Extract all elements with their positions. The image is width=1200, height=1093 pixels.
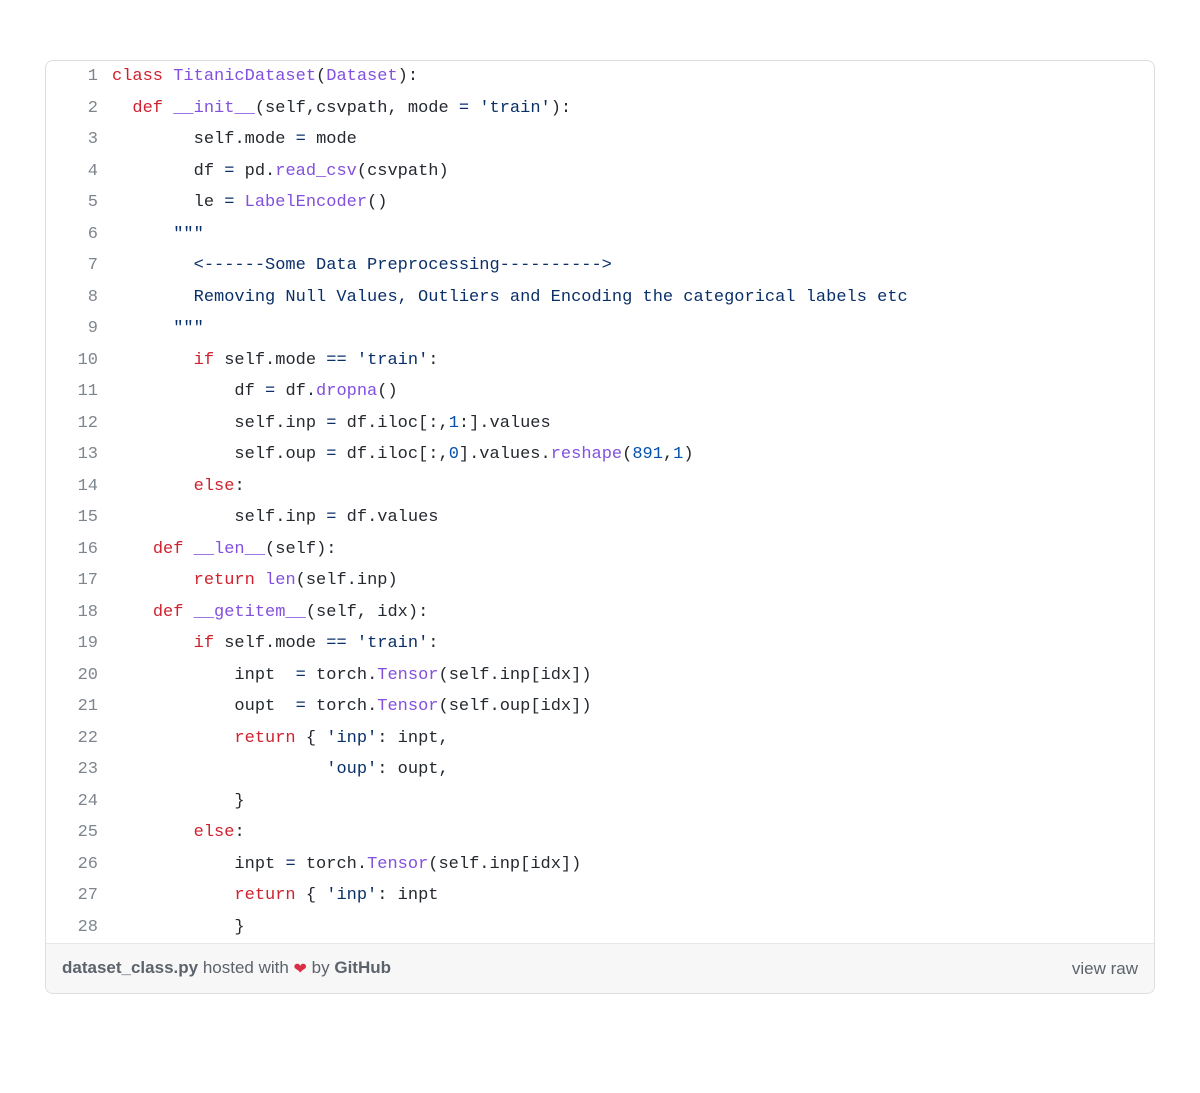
line-number[interactable]: 12 <box>46 408 112 440</box>
code-line: 16 def __len__(self): <box>46 534 1154 566</box>
code-cell: <------Some Data Preprocessing----------… <box>112 250 1154 282</box>
line-number[interactable]: 3 <box>46 124 112 156</box>
line-number[interactable]: 20 <box>46 660 112 692</box>
code-line: 23 'oup': oupt, <box>46 754 1154 786</box>
code-line: 26 inpt = torch.Tensor(self.inp[idx]) <box>46 849 1154 881</box>
line-number[interactable]: 19 <box>46 628 112 660</box>
code-cell: 'oup': oupt, <box>112 754 1154 786</box>
code-line: 17 return len(self.inp) <box>46 565 1154 597</box>
code-cell: def __len__(self): <box>112 534 1154 566</box>
code-line: 24 } <box>46 786 1154 818</box>
code-line: 20 inpt = torch.Tensor(self.inp[idx]) <box>46 660 1154 692</box>
code-table: 1class TitanicDataset(Dataset):2 def __i… <box>46 61 1154 943</box>
line-number[interactable]: 24 <box>46 786 112 818</box>
code-line: 1class TitanicDataset(Dataset): <box>46 61 1154 93</box>
filename-link[interactable]: dataset_class.py <box>62 958 198 977</box>
code-cell: def __init__(self,csvpath, mode = 'train… <box>112 93 1154 125</box>
code-line: 11 df = df.dropna() <box>46 376 1154 408</box>
code-cell: Removing Null Values, Outliers and Encod… <box>112 282 1154 314</box>
line-number[interactable]: 26 <box>46 849 112 881</box>
heart-icon: ❤ <box>294 961 307 978</box>
gist-container: 1class TitanicDataset(Dataset):2 def __i… <box>45 60 1155 994</box>
code-cell: self.oup = df.iloc[:,0].values.reshape(8… <box>112 439 1154 471</box>
line-number[interactable]: 21 <box>46 691 112 723</box>
line-number[interactable]: 25 <box>46 817 112 849</box>
code-cell: inpt = torch.Tensor(self.inp[idx]) <box>112 660 1154 692</box>
code-line: 19 if self.mode == 'train': <box>46 628 1154 660</box>
code-cell: } <box>112 912 1154 944</box>
line-number[interactable]: 1 <box>46 61 112 93</box>
code-cell: oupt = torch.Tensor(self.oup[idx]) <box>112 691 1154 723</box>
code-line: 10 if self.mode == 'train': <box>46 345 1154 377</box>
line-number[interactable]: 8 <box>46 282 112 314</box>
code-line: 4 df = pd.read_csv(csvpath) <box>46 156 1154 188</box>
line-number[interactable]: 17 <box>46 565 112 597</box>
code-cell: class TitanicDataset(Dataset): <box>112 61 1154 93</box>
line-number[interactable]: 27 <box>46 880 112 912</box>
line-number[interactable]: 6 <box>46 219 112 251</box>
code-cell: self.mode = mode <box>112 124 1154 156</box>
code-line: 7 <------Some Data Preprocessing--------… <box>46 250 1154 282</box>
code-cell: df = df.dropna() <box>112 376 1154 408</box>
code-cell: return { 'inp': inpt, <box>112 723 1154 755</box>
line-number[interactable]: 10 <box>46 345 112 377</box>
code-cell: else: <box>112 817 1154 849</box>
code-line: 25 else: <box>46 817 1154 849</box>
code-line: 21 oupt = torch.Tensor(self.oup[idx]) <box>46 691 1154 723</box>
code-line: 28 } <box>46 912 1154 944</box>
code-line: 3 self.mode = mode <box>46 124 1154 156</box>
line-number[interactable]: 16 <box>46 534 112 566</box>
view-raw-link[interactable]: view raw <box>1072 959 1138 979</box>
code-cell: inpt = torch.Tensor(self.inp[idx]) <box>112 849 1154 881</box>
code-line: 18 def __getitem__(self, idx): <box>46 597 1154 629</box>
github-link[interactable]: GitHub <box>334 958 391 977</box>
code-cell: if self.mode == 'train': <box>112 628 1154 660</box>
code-line: 9 """ <box>46 313 1154 345</box>
code-cell: def __getitem__(self, idx): <box>112 597 1154 629</box>
hosted-with-text: hosted with <box>198 958 293 977</box>
line-number[interactable]: 9 <box>46 313 112 345</box>
line-number[interactable]: 11 <box>46 376 112 408</box>
meta-left: dataset_class.py hosted with ❤ by GitHub <box>62 958 391 979</box>
code-cell: return { 'inp': inpt <box>112 880 1154 912</box>
code-line: 12 self.inp = df.iloc[:,1:].values <box>46 408 1154 440</box>
code-cell: if self.mode == 'train': <box>112 345 1154 377</box>
line-number[interactable]: 5 <box>46 187 112 219</box>
code-cell: return len(self.inp) <box>112 565 1154 597</box>
line-number[interactable]: 7 <box>46 250 112 282</box>
line-number[interactable]: 14 <box>46 471 112 503</box>
gist-meta: dataset_class.py hosted with ❤ by GitHub… <box>46 943 1154 993</box>
code-cell: """ <box>112 219 1154 251</box>
line-number[interactable]: 22 <box>46 723 112 755</box>
line-number[interactable]: 23 <box>46 754 112 786</box>
code-cell: } <box>112 786 1154 818</box>
line-number[interactable]: 15 <box>46 502 112 534</box>
code-line: 5 le = LabelEncoder() <box>46 187 1154 219</box>
code-cell: else: <box>112 471 1154 503</box>
line-number[interactable]: 4 <box>46 156 112 188</box>
line-number[interactable]: 13 <box>46 439 112 471</box>
code-line: 15 self.inp = df.values <box>46 502 1154 534</box>
by-text: by <box>307 958 334 977</box>
code-cell: le = LabelEncoder() <box>112 187 1154 219</box>
code-cell: """ <box>112 313 1154 345</box>
code-line: 2 def __init__(self,csvpath, mode = 'tra… <box>46 93 1154 125</box>
code-cell: df = pd.read_csv(csvpath) <box>112 156 1154 188</box>
line-number[interactable]: 18 <box>46 597 112 629</box>
line-number[interactable]: 2 <box>46 93 112 125</box>
code-line: 6 """ <box>46 219 1154 251</box>
code-line: 27 return { 'inp': inpt <box>46 880 1154 912</box>
code-cell: self.inp = df.values <box>112 502 1154 534</box>
code-line: 8 Removing Null Values, Outliers and Enc… <box>46 282 1154 314</box>
line-number[interactable]: 28 <box>46 912 112 944</box>
code-cell: self.inp = df.iloc[:,1:].values <box>112 408 1154 440</box>
code-line: 14 else: <box>46 471 1154 503</box>
code-line: 13 self.oup = df.iloc[:,0].values.reshap… <box>46 439 1154 471</box>
code-line: 22 return { 'inp': inpt, <box>46 723 1154 755</box>
